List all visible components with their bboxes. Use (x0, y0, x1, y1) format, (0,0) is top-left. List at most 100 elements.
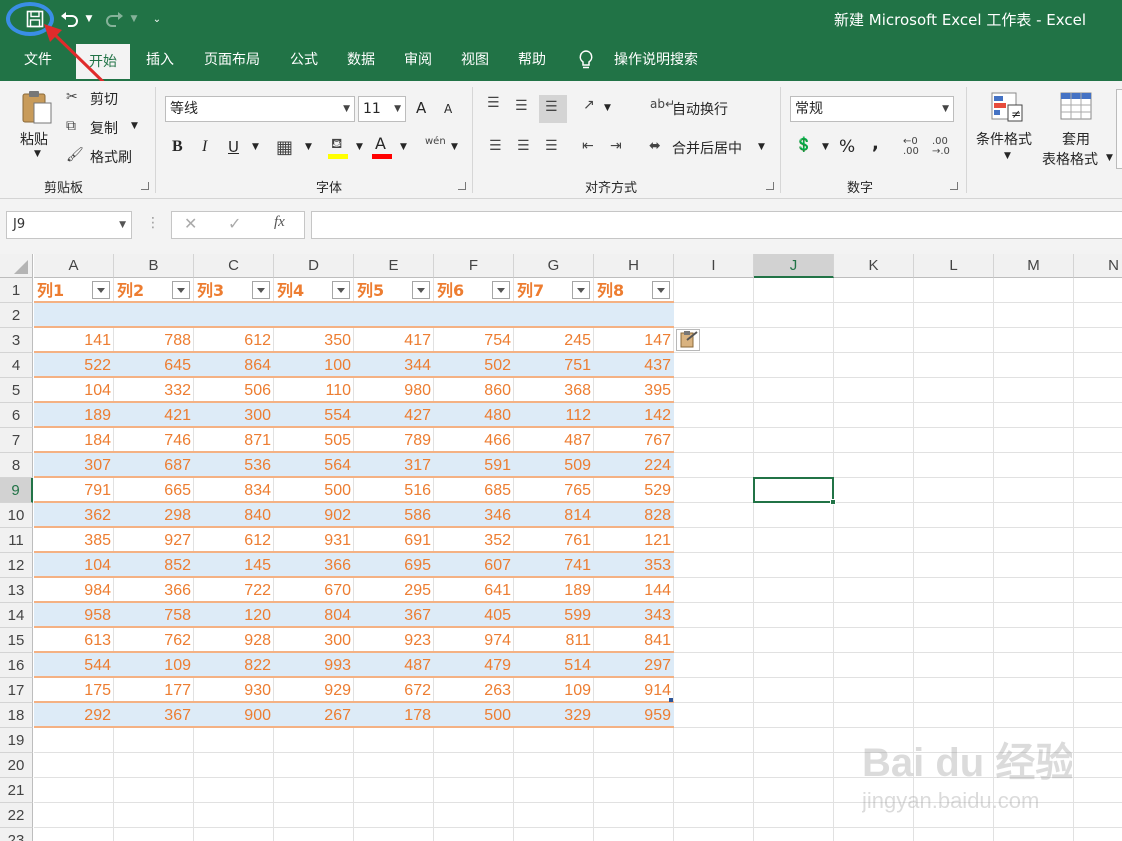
bold-button[interactable]: B (172, 138, 183, 156)
customize-icon[interactable]: ⌄ (150, 6, 164, 32)
font-name-select[interactable]: 等线 ▼ (165, 96, 355, 122)
underline-button[interactable]: U (228, 138, 239, 156)
table-cell[interactable]: 691 (354, 528, 434, 553)
table-cell[interactable]: 860 (434, 378, 514, 403)
table-cell[interactable]: 147 (594, 328, 674, 353)
table-cell[interactable]: 758 (114, 603, 194, 628)
table-cell[interactable]: 307 (34, 453, 114, 478)
column-header-m[interactable]: M (994, 254, 1074, 278)
row-header-1[interactable]: 1 (0, 278, 33, 303)
enter-icon[interactable]: ✓ (228, 214, 241, 233)
table-cell[interactable]: 509 (514, 453, 594, 478)
filter-dropdown-icon[interactable] (172, 281, 190, 299)
fill-handle[interactable] (830, 499, 836, 505)
table-cell[interactable]: 685 (434, 478, 514, 503)
tab-review[interactable]: 审阅 (394, 40, 442, 81)
table-cell[interactable]: 367 (354, 603, 434, 628)
table-cell[interactable]: 245 (514, 328, 594, 353)
row-header-17[interactable]: 17 (0, 678, 33, 703)
table-cell[interactable]: 788 (114, 328, 194, 353)
table-cell[interactable]: 487 (354, 653, 434, 678)
font-color-button[interactable]: A (372, 134, 394, 160)
row-header-10[interactable]: 10 (0, 503, 33, 528)
wrap-text-button[interactable]: 自动换行 (672, 99, 728, 119)
table-cell[interactable]: 362 (34, 503, 114, 528)
table-cell[interactable]: 367 (114, 703, 194, 728)
table-cell[interactable]: 500 (434, 703, 514, 728)
table-cell[interactable]: 544 (34, 653, 114, 678)
table-cell[interactable]: 109 (514, 678, 594, 703)
row-header-2[interactable]: 2 (0, 303, 33, 328)
table-cell[interactable]: 902 (274, 503, 354, 528)
insert-function-button[interactable]: fx (274, 214, 285, 231)
table-cell[interactable]: 405 (434, 603, 514, 628)
font-size-select[interactable]: 11 ▼ (358, 96, 406, 122)
merge-dropdown-icon[interactable]: ▼ (758, 142, 765, 152)
row-header-5[interactable]: 5 (0, 378, 33, 403)
row-header-21[interactable]: 21 (0, 778, 33, 803)
tell-me-search[interactable]: 操作说明搜索 (604, 40, 708, 81)
row-header-22[interactable]: 22 (0, 803, 33, 828)
align-center-icon[interactable]: ☰ (517, 138, 530, 154)
table-cell[interactable]: 350 (274, 328, 354, 353)
filter-dropdown-icon[interactable] (652, 281, 670, 299)
table-cell[interactable]: 974 (434, 628, 514, 653)
row-header-14[interactable]: 14 (0, 603, 33, 628)
currency-dropdown-icon[interactable]: ▼ (822, 142, 829, 152)
tab-insert[interactable]: 插入 (136, 40, 184, 81)
table-cell[interactable]: 184 (34, 428, 114, 453)
tab-data[interactable]: 数据 (337, 40, 385, 81)
column-header-e[interactable]: E (354, 254, 434, 278)
table-cell[interactable]: 761 (514, 528, 594, 553)
table-cell[interactable]: 514 (514, 653, 594, 678)
column-header-i[interactable]: I (674, 254, 754, 278)
table-cell[interactable]: 395 (594, 378, 674, 403)
column-header-l[interactable]: L (914, 254, 994, 278)
table-cell[interactable]: 112 (514, 403, 594, 428)
table-cell[interactable]: 751 (514, 353, 594, 378)
table-cell[interactable]: 814 (514, 503, 594, 528)
column-header-d[interactable]: D (274, 254, 354, 278)
table-cell[interactable]: 804 (274, 603, 354, 628)
table-cell[interactable]: 263 (434, 678, 514, 703)
number-format-select[interactable]: 常规 ▼ (790, 96, 954, 122)
table-cell[interactable]: 366 (114, 578, 194, 603)
table-cell[interactable]: 722 (194, 578, 274, 603)
number-launcher-icon[interactable] (950, 182, 958, 190)
percent-button[interactable]: % (839, 137, 855, 157)
table-cell[interactable]: 100 (274, 353, 354, 378)
table-cell[interactable]: 343 (594, 603, 674, 628)
table-cell[interactable]: 516 (354, 478, 434, 503)
font-launcher-icon[interactable] (458, 182, 466, 190)
column-header-g[interactable]: G (514, 254, 594, 278)
grow-font-button[interactable]: A (416, 99, 426, 117)
increase-decimal-icon[interactable]: ←0.00 (903, 137, 919, 157)
table-cell[interactable]: 502 (434, 353, 514, 378)
column-header-j[interactable]: J (754, 254, 834, 278)
filter-dropdown-icon[interactable] (572, 281, 590, 299)
table-cell[interactable]: 505 (274, 428, 354, 453)
shrink-font-button[interactable]: A (444, 102, 452, 116)
alignment-launcher-icon[interactable] (766, 182, 774, 190)
table-cell[interactable]: 931 (274, 528, 354, 553)
row-header-11[interactable]: 11 (0, 528, 33, 553)
table-cell[interactable]: 267 (274, 703, 354, 728)
table-cell[interactable]: 765 (514, 478, 594, 503)
table-cell[interactable]: 142 (594, 403, 674, 428)
font-color-dropdown-icon[interactable]: ▼ (400, 142, 407, 152)
table-cell[interactable]: 834 (194, 478, 274, 503)
align-top-icon[interactable]: ☰ (487, 95, 500, 111)
column-header-h[interactable]: H (594, 254, 674, 278)
table-cell[interactable]: 822 (194, 653, 274, 678)
fill-color-button[interactable]: ⛾ (328, 136, 350, 160)
row-header-15[interactable]: 15 (0, 628, 33, 653)
table-cell[interactable]: 914 (594, 678, 674, 703)
underline-dropdown-icon[interactable]: ▼ (252, 142, 259, 152)
table-cell[interactable]: 645 (114, 353, 194, 378)
align-right-icon[interactable]: ☰ (545, 138, 558, 154)
table-cell[interactable]: 479 (434, 653, 514, 678)
table-cell[interactable]: 767 (594, 428, 674, 453)
phonetic-dropdown-icon[interactable]: ▼ (451, 142, 458, 152)
table-cell[interactable]: 145 (194, 553, 274, 578)
fill-dropdown-icon[interactable]: ▼ (356, 142, 363, 152)
